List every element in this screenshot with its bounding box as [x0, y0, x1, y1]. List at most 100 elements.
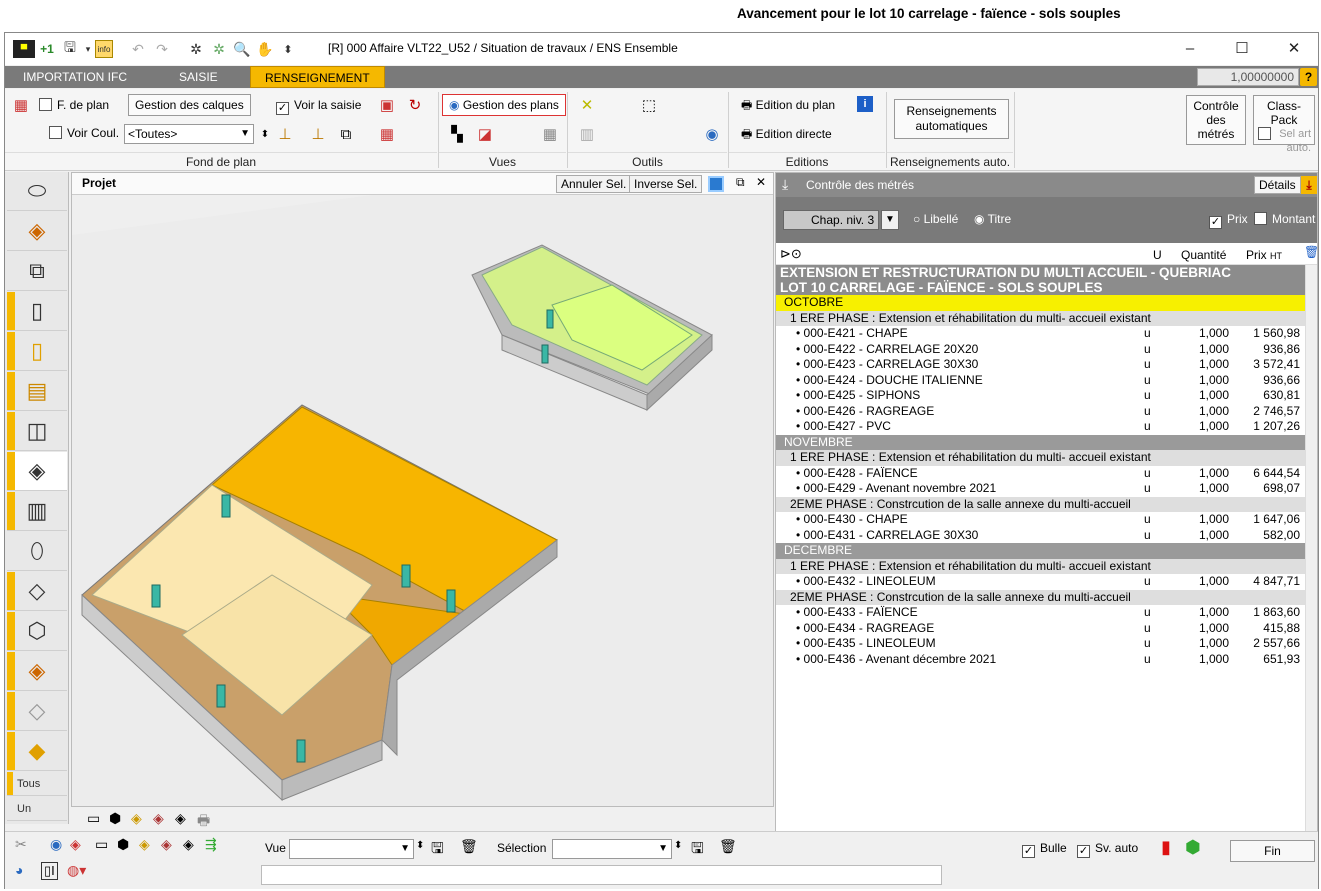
viewport-3d[interactable]: Projet Annuler Sel. Inverse Sel. ⧉ ✕ [71, 172, 774, 807]
undo-icon[interactable]: ↶ [129, 40, 147, 58]
cross-tool-icon[interactable]: ✕ [577, 95, 597, 115]
tous-button[interactable]: Tous [7, 772, 67, 796]
table-row[interactable]: • 000-E436 - Avenant décembre 2021 u 1,000… [776, 652, 1306, 668]
tool-floor-icon[interactable]: ◈ [7, 212, 67, 251]
dimension-alt-icon[interactable]: ⊥ [308, 124, 328, 144]
building-3d-model[interactable] [72, 195, 773, 807]
tool-yellow-shape-icon[interactable]: ◆ [7, 732, 67, 771]
sel-art-checkbox[interactable]: Sel art auto. [1254, 127, 1314, 155]
grid-view-icon[interactable]: ▚ [447, 124, 467, 144]
tool-wall-icon[interactable]: ▯ [7, 292, 67, 331]
globe-icon[interactable]: ◕ [15, 862, 23, 878]
rectangle-view-icon[interactable]: ▭ [87, 810, 100, 827]
bulle-checkbox[interactable]: ✓ Bulle [1022, 841, 1067, 858]
info-icon[interactable]: i [857, 96, 873, 112]
save-view-icon[interactable]: 🖫 [431, 838, 444, 863]
annuler-sel-button[interactable]: Annuler Sel. [556, 175, 632, 193]
cut-icon[interactable]: ✂ [15, 836, 27, 853]
phase-row[interactable]: 1 ERE PHASE : Extension et réhabilitatio… [776, 450, 1306, 466]
eye-icon[interactable]: ◉ [702, 124, 722, 144]
spin-icon[interactable]: ⬍ [279, 40, 297, 58]
un-button[interactable]: Un [7, 797, 67, 821]
phase-row[interactable]: 1 ERE PHASE : Extension et réhabilitatio… [776, 558, 1306, 574]
plan-view-icon[interactable]: ◪ [475, 124, 495, 144]
class-pack-button[interactable]: Class-Pack Sel art auto. [1253, 95, 1315, 154]
tool-wall-yellow-icon[interactable]: ▯ [7, 332, 67, 371]
restore-icon[interactable]: ⧉ [736, 175, 745, 190]
table-row[interactable]: • 000-E427 - PVC u 1,000 1 207,26 [776, 419, 1306, 435]
snap-icon[interactable]: ✲ [187, 40, 205, 58]
spin-icon[interactable]: ⬍ [674, 840, 682, 851]
color-picker-icon[interactable] [708, 176, 724, 192]
multi-icon[interactable]: ◈ [161, 836, 172, 853]
maximize-button[interactable]: ☐ [1227, 37, 1257, 59]
close-view-icon[interactable]: ✕ [756, 175, 766, 189]
f-de-plan-checkbox[interactable]: F. de plan [33, 95, 115, 117]
tool-outline-icon[interactable]: ◇ [7, 692, 67, 731]
select-cursor-icon[interactable]: ⬚ [639, 95, 659, 115]
voir-saisie-checkbox[interactable]: ✓ Voir la saisie [270, 95, 367, 117]
collapse-panel-icon[interactable]: ⤓ [1301, 176, 1317, 194]
refresh-icon[interactable]: ↻ [405, 95, 425, 115]
vue-select[interactable]: ▼ [289, 839, 414, 859]
tool-slab-icon[interactable]: ⬭ [7, 172, 67, 211]
tool-layers-icon[interactable]: ⧉ [7, 252, 67, 291]
object-icon[interactable]: ⧉ [336, 124, 356, 144]
table-row[interactable]: • 000-E421 - CHAPE u 1,000 1 560,98 [776, 326, 1306, 342]
color-wheel-icon[interactable]: ◍▾ [67, 862, 86, 879]
table-row[interactable]: • 000-E426 - RAGREAGE u 1,000 2 746,57 [776, 404, 1306, 420]
pan-hand-icon[interactable]: ✋ [256, 40, 274, 58]
redo-icon[interactable]: ↷ [153, 40, 171, 58]
expand-all-icon[interactable]: ⊳⊙ [780, 246, 802, 262]
help-icon[interactable]: ? [1300, 68, 1317, 86]
hierarchy-icon[interactable]: ⇶ [205, 836, 217, 853]
tab-renseignement[interactable]: RENSEIGNEMENT [250, 66, 385, 88]
minimize-button[interactable]: – [1175, 37, 1205, 59]
stack-icon[interactable]: ◈ [183, 836, 194, 853]
column-icon[interactable]: ▥ [577, 124, 597, 144]
save-icon[interactable]: 🖫 [61, 39, 79, 58]
tool-column-icon[interactable]: ▥ [7, 492, 67, 531]
phase-row[interactable]: 1 ERE PHASE : Extension et réhabilitatio… [776, 310, 1306, 326]
edition-directe-button[interactable]: 🖶 Edition directe [735, 124, 838, 146]
table-row[interactable]: • 000-E432 - LINEOLEUM u 1,000 4 847,71 [776, 574, 1306, 590]
table-row[interactable]: • 000-E431 - CARRELAGE 30X30 u 1,000 582,00 [776, 528, 1306, 544]
table-row[interactable]: • 000-E429 - Avenant novembre 2021 u 1,000… [776, 481, 1306, 497]
tool-roof-icon[interactable]: ◇ [7, 572, 67, 611]
spin-icon[interactable]: ⬍ [416, 840, 424, 851]
tiles-icon[interactable]: ▦ [540, 124, 560, 144]
layer-color-icon[interactable]: ▦ [377, 124, 397, 144]
floor-icon[interactable]: ◈ [139, 836, 150, 853]
selection-select[interactable]: ▼ [552, 839, 672, 859]
tool-beam-icon[interactable]: ⬯ [7, 532, 67, 571]
controle-metres-button[interactable]: Contrôle des métrés [1186, 95, 1246, 145]
snap-alt-icon[interactable]: ✲ [210, 40, 228, 58]
table-row[interactable]: • 000-E422 - CARRELAGE 20X20 u 1,000 936,86 [776, 342, 1306, 358]
gestion-plans-button[interactable]: ◉ Gestion des plans [442, 94, 566, 116]
tool-floor-selected-icon[interactable]: ◈ [7, 452, 67, 491]
sv-auto-checkbox[interactable]: ✓ Sv. auto [1077, 841, 1138, 858]
month-row[interactable]: DECEMBRE [776, 543, 1306, 559]
month-row[interactable]: OCTOBRE [776, 295, 1306, 311]
chevron-down-icon[interactable]: ▼ [881, 210, 899, 230]
toutes-select[interactable]: <Toutes> ▼ [124, 124, 254, 144]
edition-plan-button[interactable]: 🖶 Edition du plan [735, 95, 841, 117]
object-filter-icon[interactable]: ◈ [70, 836, 81, 853]
floor-view-icon[interactable]: ◈ [131, 810, 142, 827]
tool-small-object-icon[interactable]: ⬡ [7, 612, 67, 651]
dimension-icon[interactable]: ⊥ [275, 124, 295, 144]
plugin-icon[interactable]: ⬢ [1185, 837, 1201, 858]
height-icon[interactable]: ▯I [41, 862, 58, 880]
book-icon[interactable]: ▮ [1161, 837, 1171, 858]
spin-icon[interactable]: ⬍ [255, 124, 275, 144]
inverse-sel-button[interactable]: Inverse Sel. [629, 175, 703, 193]
rectangle-icon[interactable]: ▭ [95, 836, 108, 853]
cube-icon[interactable]: ⬢ [117, 836, 129, 853]
table-row[interactable]: • 000-E424 - DOUCHE ITALIENNE u 1,000 936,6… [776, 373, 1306, 389]
voir-coul-checkbox[interactable]: Voir Coul. [43, 123, 125, 145]
multi-view-icon[interactable]: ◈ [153, 810, 164, 827]
chap-niv-select[interactable]: Chap. niv. 3 [783, 210, 879, 230]
eye-icon[interactable]: ◉ [50, 836, 62, 853]
table-row[interactable]: • 000-E428 - FAÏENCE u 1,000 6 644,54 [776, 466, 1306, 482]
table-row[interactable]: • 000-E425 - SIPHONS u 1,000 630,81 [776, 388, 1306, 404]
